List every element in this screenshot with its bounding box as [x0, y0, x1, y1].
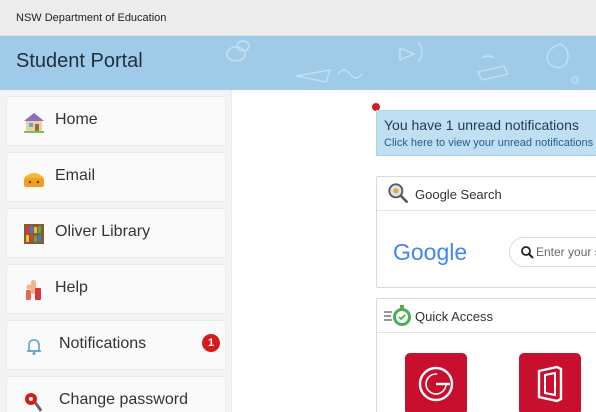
- portal-banner: Student Portal: [0, 36, 596, 90]
- quick-access-card: Quick Access: [376, 298, 596, 412]
- office-icon: [537, 365, 563, 403]
- sidebar-item-change-password[interactable]: Change password: [6, 376, 226, 412]
- sidebar-item-label: Notifications: [59, 335, 147, 352]
- quick-access-tile-google[interactable]: [405, 353, 467, 412]
- portal-title: Student Portal: [16, 50, 143, 72]
- google-search-title: Google Search: [415, 187, 502, 202]
- organization-name: NSW Department of Education: [16, 12, 167, 24]
- sidebar-item-label: Help: [55, 279, 88, 296]
- card-header: Quick Access: [377, 299, 596, 333]
- house-icon: [24, 113, 44, 133]
- magnifier-icon: [388, 183, 408, 203]
- notification-count-badge: 1: [202, 334, 220, 352]
- sidebar-item-oliver-library[interactable]: Oliver Library: [6, 208, 226, 258]
- google-search-input[interactable]: [536, 243, 596, 261]
- sidebar-item-label: Email: [55, 167, 96, 184]
- mail-icon: [24, 173, 44, 187]
- view-notifications-link[interactable]: Click here to view your unread notificat…: [384, 137, 593, 149]
- google-logo: Google: [393, 239, 467, 266]
- card-header: Google Search: [377, 177, 596, 211]
- sidebar-item-help[interactable]: Help: [6, 264, 226, 314]
- browser-viewport: NSW Department of Education Student Port…: [0, 0, 596, 412]
- stopwatch-icon: [384, 305, 411, 326]
- quick-access-tile-office[interactable]: [519, 353, 581, 412]
- sidebar-item-email[interactable]: Email: [6, 152, 226, 202]
- bookshelf-icon: [24, 224, 44, 244]
- search-icon: [521, 246, 534, 259]
- sidebar-item-label: Change password: [59, 391, 188, 408]
- sidebar-item-label: Oliver Library: [55, 223, 151, 240]
- quick-access-title: Quick Access: [415, 309, 494, 324]
- key-icon: [25, 393, 43, 412]
- google-logo-text: Google: [393, 239, 468, 265]
- google-search-card: Google Search Google: [376, 176, 596, 288]
- google-search-box[interactable]: [509, 237, 596, 267]
- sidebar-item-home[interactable]: Home: [6, 96, 226, 146]
- organization-bar: NSW Department of Education: [0, 0, 596, 36]
- sidebar-item-label: Home: [55, 111, 98, 128]
- raised-hand-icon: [26, 280, 41, 300]
- main-content: You have 1 unread notifications Click he…: [232, 90, 596, 412]
- google-g-icon: [418, 366, 454, 402]
- bell-icon: [27, 339, 41, 355]
- sidebar-item-notifications[interactable]: Notifications 1: [6, 320, 226, 370]
- sidebar-nav: Home Email Oliver Library Help Notificat…: [0, 90, 232, 412]
- unread-notifications-banner[interactable]: You have 1 unread notifications Click he…: [376, 110, 596, 156]
- unread-notifications-text: You have 1 unread notifications: [384, 117, 579, 133]
